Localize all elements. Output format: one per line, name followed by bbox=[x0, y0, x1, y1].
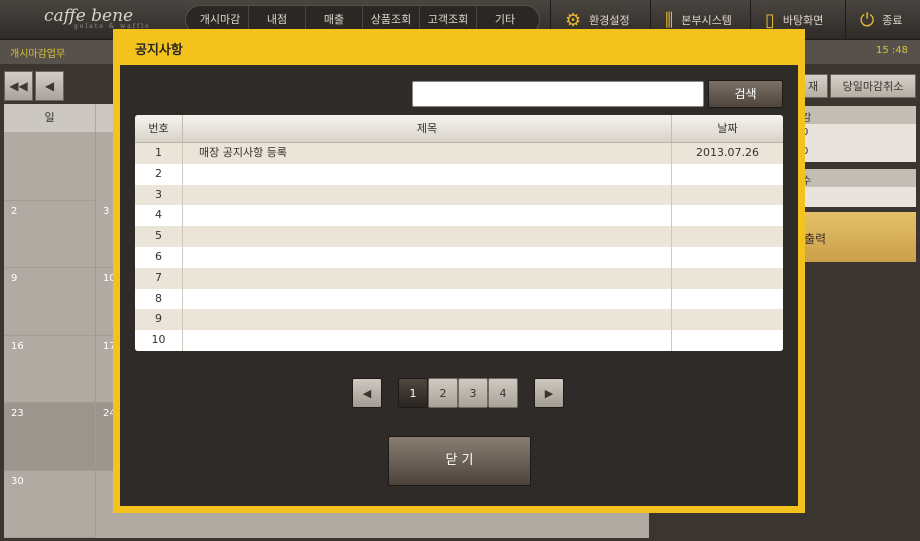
cancel-daily-close-button[interactable]: 당일마감취소 bbox=[830, 74, 916, 98]
page-4-button[interactable]: 4 bbox=[488, 378, 518, 408]
table-row[interactable]: 4 bbox=[135, 205, 783, 227]
cell-date bbox=[672, 185, 783, 206]
prev-month-button[interactable]: ◀ bbox=[35, 71, 64, 101]
cell-number: 9 bbox=[135, 309, 183, 331]
cell-date bbox=[672, 268, 783, 289]
next-page-button[interactable]: ▶ bbox=[534, 378, 564, 408]
modal-title: 공지사항 bbox=[135, 43, 183, 58]
cell-number: 10 bbox=[135, 330, 183, 351]
page-3-button[interactable]: 3 bbox=[458, 378, 488, 408]
search-input[interactable] bbox=[412, 81, 704, 107]
cell-title bbox=[183, 246, 672, 268]
calendar-cell[interactable]: 23 bbox=[4, 403, 96, 471]
table-row[interactable]: 10 bbox=[135, 330, 783, 351]
day-number: 16 bbox=[11, 341, 24, 352]
cancel-daily-close-label: 당일마감취소 bbox=[842, 80, 904, 93]
triangle-right-icon: ▶ bbox=[544, 387, 554, 400]
gear-icon: ⚙ bbox=[565, 9, 582, 31]
table-row[interactable]: 5 bbox=[135, 226, 783, 247]
count-label: 수 bbox=[796, 169, 916, 187]
day-number: 2 bbox=[11, 206, 18, 217]
cell-date bbox=[672, 289, 783, 310]
col-title: 제목 bbox=[183, 115, 672, 142]
cell-number: 1 bbox=[135, 143, 183, 164]
first-month-button[interactable]: ◀◀ bbox=[4, 71, 33, 101]
day-number: 3 bbox=[103, 206, 110, 217]
day-number: 9 bbox=[11, 273, 18, 284]
exit-button[interactable]: ⏻ 종료 bbox=[845, 0, 920, 40]
double-chevron-left-icon: ◀◀ bbox=[9, 79, 28, 93]
table-row[interactable]: 7 bbox=[135, 267, 783, 289]
calendar-cell[interactable]: 30 bbox=[4, 471, 96, 538]
count-value bbox=[796, 187, 916, 207]
page-title: 개시마감업무 bbox=[10, 49, 66, 60]
weekday-sunday: 일 bbox=[4, 104, 96, 132]
cell-date bbox=[672, 247, 783, 268]
sliders-icon: ⫼ bbox=[665, 9, 674, 31]
cell-date bbox=[672, 226, 783, 247]
cell-title bbox=[183, 226, 672, 247]
cell-date bbox=[672, 164, 783, 185]
cell-title bbox=[183, 267, 672, 289]
col-number: 번호 bbox=[135, 115, 183, 142]
triangle-left-icon: ◀ bbox=[362, 387, 372, 400]
col-date: 날짜 bbox=[717, 122, 738, 135]
cell-number: 6 bbox=[135, 246, 183, 268]
prev-page-button[interactable]: ◀ bbox=[352, 378, 382, 408]
cell-date: 2013.07.26 bbox=[696, 146, 759, 159]
table-body: 1 매장 공지사항 등록 2013.07.26 2 3 4 5 6 7 8 9 10 bbox=[135, 143, 783, 351]
day-number: 30 bbox=[11, 476, 24, 487]
cell-number: 5 bbox=[135, 226, 183, 247]
partial-button-label: 재 bbox=[807, 80, 819, 93]
brand-logo: caffe bene gelato & waffle bbox=[44, 6, 151, 30]
cell-title bbox=[183, 184, 672, 206]
clock: 15 :48 bbox=[876, 45, 908, 56]
cell-date bbox=[672, 205, 783, 226]
settings-label: 환경설정 bbox=[589, 14, 630, 27]
cell-number: 7 bbox=[135, 267, 183, 289]
modal-body: 검색 번호 제목 날짜 1 매장 공지사항 등록 2013.07.26 2 3 4 … bbox=[120, 65, 798, 506]
day-number: 23 bbox=[11, 408, 24, 419]
notice-modal: 공지사항 검색 번호 제목 날짜 1 매장 공지사항 등록 2013.07.26 2… bbox=[113, 29, 805, 513]
calendar-cell[interactable]: 2 bbox=[4, 201, 96, 268]
table-row[interactable]: 2 bbox=[135, 163, 783, 185]
exit-label: 종료 bbox=[882, 14, 903, 27]
summary-value: 0 bbox=[796, 124, 916, 143]
notice-table: 번호 제목 날짜 1 매장 공지사항 등록 2013.07.26 2 3 4 5 6… bbox=[135, 115, 783, 351]
calendar-cell[interactable] bbox=[4, 132, 96, 201]
phone-icon: ▯ bbox=[765, 9, 775, 31]
summary-value: 0 bbox=[796, 143, 916, 162]
desktop-label: 바탕화면 bbox=[782, 14, 824, 27]
cell-title bbox=[183, 205, 672, 227]
table-row[interactable]: 1 매장 공지사항 등록 2013.07.26 bbox=[135, 143, 783, 164]
cell-title bbox=[183, 288, 672, 310]
chevron-left-icon: ◀ bbox=[44, 79, 55, 93]
calendar-cell[interactable]: 9 bbox=[4, 268, 96, 336]
hq-system-label: 본부시스템 bbox=[681, 14, 732, 27]
page-1-button[interactable]: 1 bbox=[398, 378, 428, 408]
table-row[interactable]: 9 bbox=[135, 309, 783, 331]
cell-title bbox=[183, 330, 672, 351]
close-button[interactable]: 닫 기 bbox=[388, 436, 531, 486]
table-row[interactable]: 8 bbox=[135, 288, 783, 310]
summary-label: 감 bbox=[796, 106, 916, 124]
cell-number: 2 bbox=[135, 163, 183, 185]
power-icon: ⏻ bbox=[860, 9, 875, 31]
cell-date bbox=[672, 309, 783, 330]
cell-number: 4 bbox=[135, 205, 183, 227]
cell-date bbox=[672, 330, 783, 351]
calendar-cell[interactable]: 16 bbox=[4, 336, 96, 403]
print-label: 출력 bbox=[804, 232, 827, 246]
search-button[interactable]: 검색 bbox=[708, 80, 783, 108]
cell-number: 8 bbox=[135, 288, 183, 310]
print-button[interactable]: 출력 bbox=[796, 212, 916, 262]
cell-title: 매장 공지사항 등록 bbox=[183, 143, 672, 164]
table-header: 번호 제목 날짜 bbox=[135, 115, 783, 143]
cell-number: 3 bbox=[135, 184, 183, 206]
cell-title bbox=[183, 309, 672, 331]
table-row[interactable]: 6 bbox=[135, 246, 783, 268]
page-2-button[interactable]: 2 bbox=[428, 378, 458, 408]
cell-title bbox=[183, 163, 672, 185]
table-row[interactable]: 3 bbox=[135, 184, 783, 206]
